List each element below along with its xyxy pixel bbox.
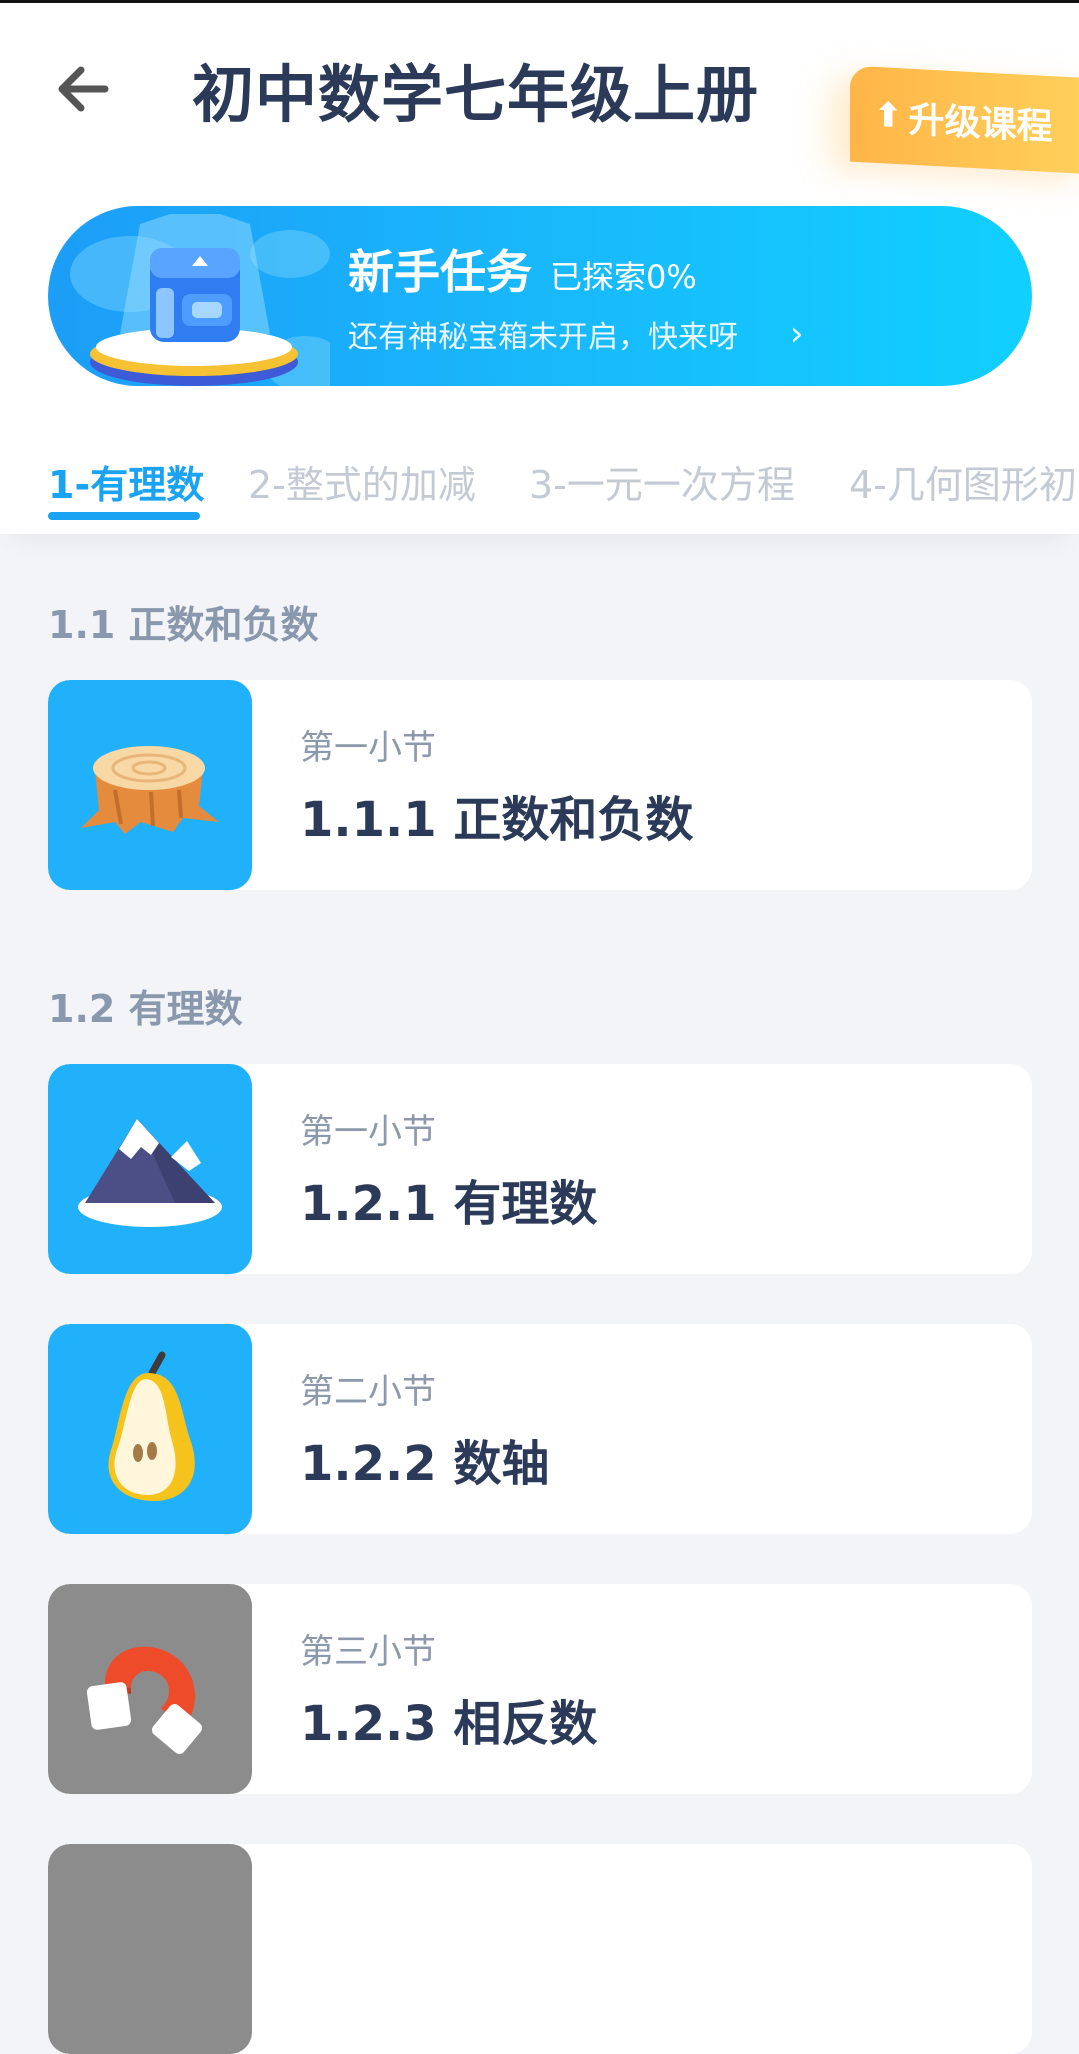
lesson-thumbnail — [48, 1324, 252, 1534]
lesson-title: 1.2.3 相反数 — [300, 1696, 598, 1752]
lesson-title: 1.2.1 有理数 — [300, 1176, 598, 1232]
tab-chapter-4[interactable]: 4-几何图形初 — [849, 454, 1077, 509]
upgrade-course-button[interactable]: ⬆ 升级课程 — [850, 65, 1079, 175]
section-title: 1.2 有理数 — [48, 987, 243, 1031]
tab-chapter-2[interactable]: 2-整式的加减 — [248, 454, 476, 509]
page-title: 初中数学七年级上册 — [192, 58, 760, 131]
back-button[interactable] — [52, 58, 114, 120]
tab-chapter-1[interactable]: 1-有理数 — [48, 454, 204, 509]
lesson-thumbnail-locked — [48, 1584, 252, 1794]
arrow-up-icon: ⬆ — [874, 94, 903, 137]
chevron-right-icon: › — [790, 314, 804, 354]
lesson-card[interactable]: 第一小节 1.1.1 正数和负数 — [48, 680, 1032, 890]
lesson-card[interactable]: 第三小节 1.2.3 相反数 — [48, 1584, 1032, 1794]
lesson-card[interactable]: 第一小节 1.2.1 有理数 — [48, 1064, 1032, 1274]
upgrade-course-label: 升级课程 — [908, 99, 1053, 149]
lesson-card[interactable] — [48, 1844, 1032, 2054]
treasure-chest-icon — [70, 214, 330, 386]
lesson-number: 第一小节 — [300, 728, 436, 768]
lesson-title: 1.2.2 数轴 — [300, 1436, 550, 1492]
banner-title: 新手任务 — [348, 245, 532, 299]
lesson-thumbnail-locked — [48, 1844, 252, 2054]
pear-icon — [108, 1351, 195, 1501]
section-title: 1.1 正数和负数 — [48, 603, 319, 647]
magnet-icon — [86, 1646, 203, 1754]
arrow-left-icon — [58, 66, 109, 112]
lesson-number: 第二小节 — [300, 1372, 436, 1412]
lesson-number: 第三小节 — [300, 1632, 436, 1672]
tree-stump-icon — [81, 746, 219, 834]
active-tab-indicator — [48, 512, 200, 520]
lesson-thumbnail — [48, 680, 252, 890]
lesson-thumbnail — [48, 1064, 252, 1274]
mountain-icon — [78, 1119, 222, 1227]
status-border — [0, 0, 1079, 3]
banner-subtitle: 还有神秘宝箱未开启，快来呀 — [348, 320, 738, 355]
chapter-tabs: 1-有理数 2-整式的加减 3-一元一次方程 4-几何图形初 — [0, 442, 1079, 534]
tab-chapter-3[interactable]: 3-一元一次方程 — [529, 454, 795, 509]
lesson-card[interactable]: 第二小节 1.2.2 数轴 — [48, 1324, 1032, 1534]
newbie-task-banner[interactable]: 新手任务 已探索0% 还有神秘宝箱未开启，快来呀 › — [48, 206, 1032, 386]
lesson-number: 第一小节 — [300, 1112, 436, 1152]
lesson-title: 1.1.1 正数和负数 — [300, 792, 694, 848]
banner-progress: 已探索0% — [550, 258, 697, 296]
